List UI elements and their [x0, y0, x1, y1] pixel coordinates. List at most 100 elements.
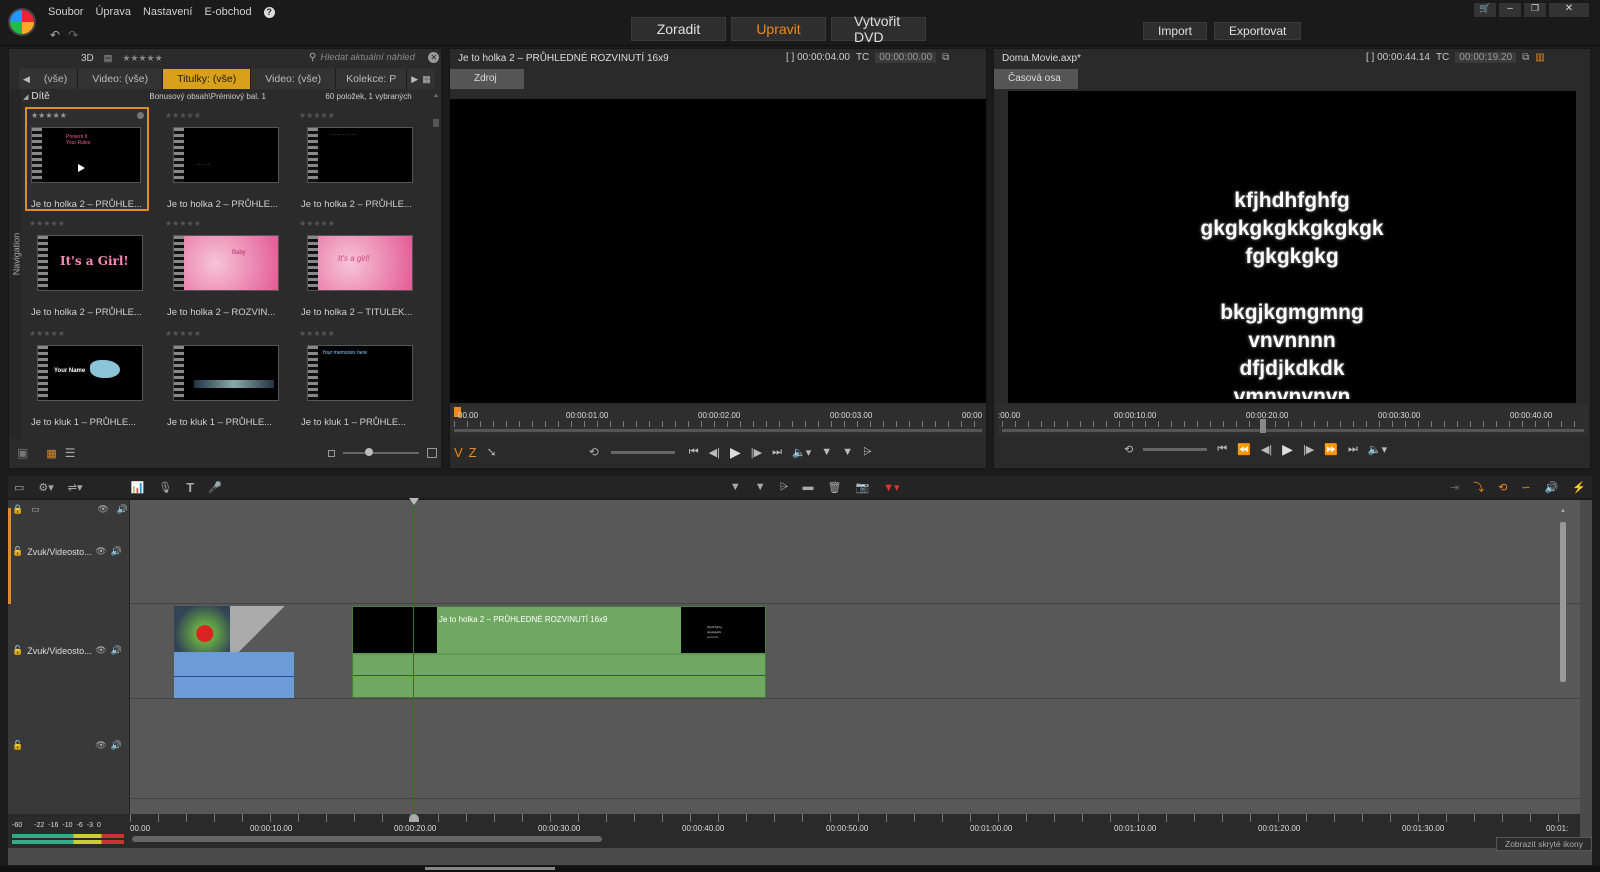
show-hidden-icons-button[interactable]: Zobrazit skryté ikony: [1496, 837, 1592, 851]
loop-icon[interactable]: ⟲: [589, 445, 599, 459]
marker-out-icon[interactable]: ▼: [755, 481, 766, 493]
play-icon[interactable]: ▶: [730, 444, 741, 461]
timeline-view-icon[interactable]: ▭: [14, 481, 24, 494]
track-header[interactable]: 🔓 Zvuk/Videosto... 👁 🔊: [12, 645, 128, 656]
source-timecode[interactable]: 00:00:00.00: [875, 52, 937, 63]
step-back-icon[interactable]: ◀|: [709, 446, 720, 459]
tab-video-all[interactable]: Video: (vše): [78, 69, 164, 89]
list-item[interactable]: ★★★★★ Baby Je to holka 2 – ROZVIN...: [161, 217, 285, 321]
list-item[interactable]: ★★★★★ Present It Your Rules Je to holka 2…: [25, 107, 149, 211]
list-view-icon[interactable]: ☰: [65, 446, 76, 460]
project-ruler[interactable]: :00.00 00:00:10.00 00:00:20.00 00:00:30.…: [998, 405, 1588, 437]
eye-icon[interactable]: 👁: [95, 546, 106, 557]
lock-icon[interactable]: 🔓: [12, 740, 23, 751]
tab-collection[interactable]: Kolekce: P: [336, 69, 408, 89]
snapshot-icon[interactable]: 📷: [855, 481, 869, 494]
search-input[interactable]: Hledat aktuální náhled: [320, 52, 424, 63]
audio-scrub-icon[interactable]: 🔊: [1545, 481, 1559, 494]
cart-icon[interactable]: 🛒: [1474, 3, 1496, 17]
close-icon[interactable]: ✕: [1549, 3, 1589, 17]
video-clip-flowers[interactable]: [174, 606, 294, 698]
eye-icon[interactable]: 👁: [97, 504, 108, 515]
marker-icon[interactable]: ▼: [821, 446, 832, 458]
add-marker-icon[interactable]: ▼▾: [883, 481, 899, 494]
dual-view-icon[interactable]: ▥: [1535, 52, 1544, 63]
timeline-tab[interactable]: Časová osa: [994, 69, 1078, 89]
export-button[interactable]: Exportovat: [1214, 22, 1302, 40]
tab-options-icon[interactable]: ▦: [422, 74, 431, 85]
panel-toggle-icon[interactable]: ▣: [17, 446, 28, 460]
title-editor-icon[interactable]: T: [186, 480, 194, 495]
source-ruler[interactable]: 00.00 00:00:01.00 00:00:02.00 00:00:03.0…: [450, 405, 986, 437]
marker-icon[interactable]: ▼: [730, 481, 741, 493]
tab-zoradit[interactable]: Zoradit: [631, 17, 726, 41]
menu-eobchod[interactable]: E-obchod: [204, 6, 251, 18]
insert-mode-icon[interactable]: ⇥: [1450, 481, 1459, 494]
tabs-left-arrow[interactable]: ◀: [19, 74, 34, 85]
clear-search-icon[interactable]: ✕: [428, 52, 440, 63]
redo-icon[interactable]: ↷: [68, 28, 78, 42]
go-start-icon[interactable]: ⏮: [689, 446, 699, 459]
prev-edit-icon[interactable]: ⏪: [1237, 443, 1251, 456]
tab-all[interactable]: (vše): [34, 69, 79, 89]
speaker-icon[interactable]: 🔊: [117, 504, 128, 515]
marker-out-icon[interactable]: ▼: [842, 446, 853, 458]
import-button[interactable]: Import: [1143, 22, 1208, 40]
title-clip[interactable]: Je to holka 2 – PRŮHLEDNÉ ROZVINUTÍ 16x9…: [352, 606, 766, 698]
speaker-icon[interactable]: 🔊: [111, 546, 122, 557]
track-header[interactable]: 🔓 Zvuk/Videosto... 👁 🔊: [12, 546, 128, 557]
timeline-scrollbar[interactable]: ▲: [1560, 508, 1568, 808]
list-item[interactable]: ★★★★★ Je to kluk 1 – PRŮHLE...: [161, 327, 285, 431]
audio-mixer-icon[interactable]: 📊: [131, 481, 145, 494]
scroll-thumb[interactable]: [433, 119, 439, 127]
question-icon[interactable]: ?: [263, 6, 275, 18]
step-forward-icon[interactable]: |▶: [751, 446, 762, 459]
list-view-icon[interactable]: ▤: [104, 53, 113, 64]
navigation-sidebar[interactable]: Navigation: [9, 89, 21, 439]
list-item[interactable]: ★★★★★ It's a girl! Je to holka 2 – TITUL…: [295, 217, 419, 321]
app-logo-icon[interactable]: [8, 8, 36, 36]
library-scrollbar[interactable]: ▲: [433, 93, 439, 439]
go-end-icon[interactable]: ⏭: [1348, 443, 1358, 456]
mark-out-button[interactable]: Z: [469, 445, 477, 460]
small-size-icon[interactable]: [328, 449, 335, 457]
trim-icon[interactable]: ∽: [1521, 481, 1530, 494]
eye-icon[interactable]: 👁: [95, 645, 106, 656]
project-playhead[interactable]: [1260, 419, 1266, 433]
timeline-playhead[interactable]: [413, 500, 414, 830]
volume-icon[interactable]: 🔈▾: [792, 446, 811, 459]
split-icon[interactable]: ⩥: [780, 481, 789, 494]
eye-icon[interactable]: 👁: [95, 740, 106, 751]
search-icon[interactable]: ⚲: [309, 52, 316, 63]
play-icon[interactable]: ▶: [1282, 441, 1293, 458]
tabs-right-arrow[interactable]: ▶: [407, 74, 422, 85]
mic-icon[interactable]: 🎙: [158, 481, 172, 494]
volume-icon[interactable]: 🔈▾: [1368, 443, 1387, 456]
overwrite-icon[interactable]: ⤵: [1473, 479, 1484, 495]
rating-filter[interactable]: ★★★★★: [122, 53, 162, 64]
list-item[interactable]: ★★★★★ Your Name Je to kluk 1 – PRŮHLE...: [25, 327, 149, 431]
go-start-icon[interactable]: ⏮: [1217, 443, 1227, 456]
restore-icon[interactable]: ❐: [1524, 3, 1546, 17]
list-item[interactable]: ★★★★★ Your memories here Je to kluk 1 – …: [295, 327, 419, 431]
menu-nastaveni[interactable]: Nastavení: [143, 6, 193, 18]
play-icon[interactable]: [78, 164, 85, 172]
ruler-playhead-icon[interactable]: [409, 814, 419, 822]
speaker-icon[interactable]: 🔊: [111, 740, 122, 751]
rating-stars[interactable]: ★★★★★: [31, 111, 67, 120]
shuttle-slider[interactable]: [1143, 448, 1208, 451]
menu-soubor[interactable]: Soubor: [48, 6, 83, 18]
step-back-icon[interactable]: ◀|: [1261, 443, 1272, 456]
folder-name[interactable]: Dítě: [31, 91, 149, 102]
info-icon[interactable]: [137, 112, 144, 119]
track-name[interactable]: Zvuk/Videosto...: [27, 646, 91, 656]
undo-icon[interactable]: ↶: [50, 28, 60, 42]
popout-icon[interactable]: ⧉: [1522, 52, 1529, 63]
next-edit-icon[interactable]: ⏩: [1324, 443, 1338, 456]
settings-icon[interactable]: ⚙▾: [38, 481, 53, 494]
large-size-icon[interactable]: [427, 448, 437, 458]
dynamic-length-icon[interactable]: ⚡: [1572, 481, 1586, 494]
track-list-icon[interactable]: ▭: [31, 504, 40, 515]
lock-icon[interactable]: 🔓: [12, 645, 23, 656]
lock-icon[interactable]: 🔓: [12, 546, 23, 557]
